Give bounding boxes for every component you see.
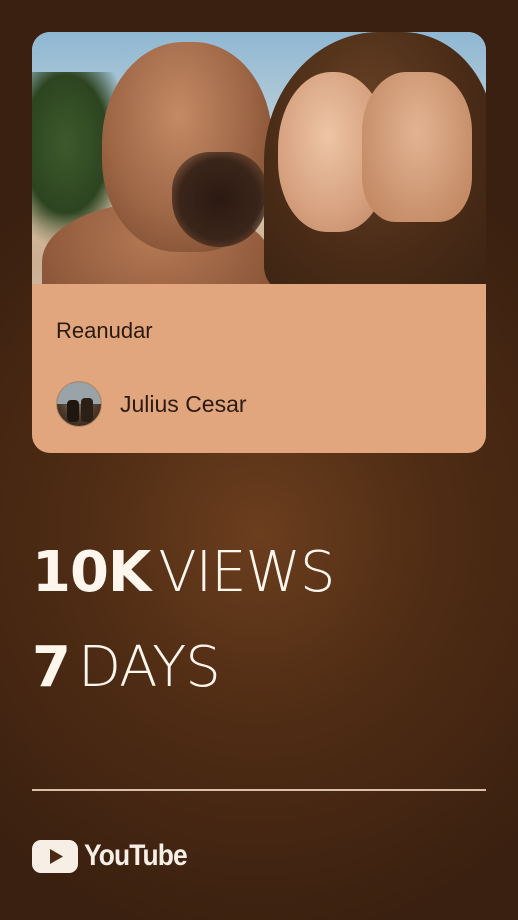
youtube-wordmark: YouTube: [84, 839, 188, 872]
channel-avatar[interactable]: [56, 381, 102, 427]
channel-name[interactable]: Julius Cesar: [120, 391, 247, 418]
youtube-play-icon: [32, 839, 78, 873]
days-count: 7: [32, 635, 71, 700]
days-label: DAYS: [77, 635, 221, 700]
views-count: 10K: [32, 540, 151, 605]
divider: [32, 789, 486, 791]
video-card[interactable]: Reanudar Julius Cesar: [32, 32, 486, 453]
video-thumbnail[interactable]: [32, 32, 486, 284]
views-label: VIEWS: [158, 540, 335, 605]
views-stat: 10K VIEWS: [32, 540, 335, 605]
days-stat: 7 DAYS: [32, 635, 221, 700]
youtube-logo: YouTube: [32, 838, 201, 874]
video-title[interactable]: Reanudar: [56, 318, 153, 344]
